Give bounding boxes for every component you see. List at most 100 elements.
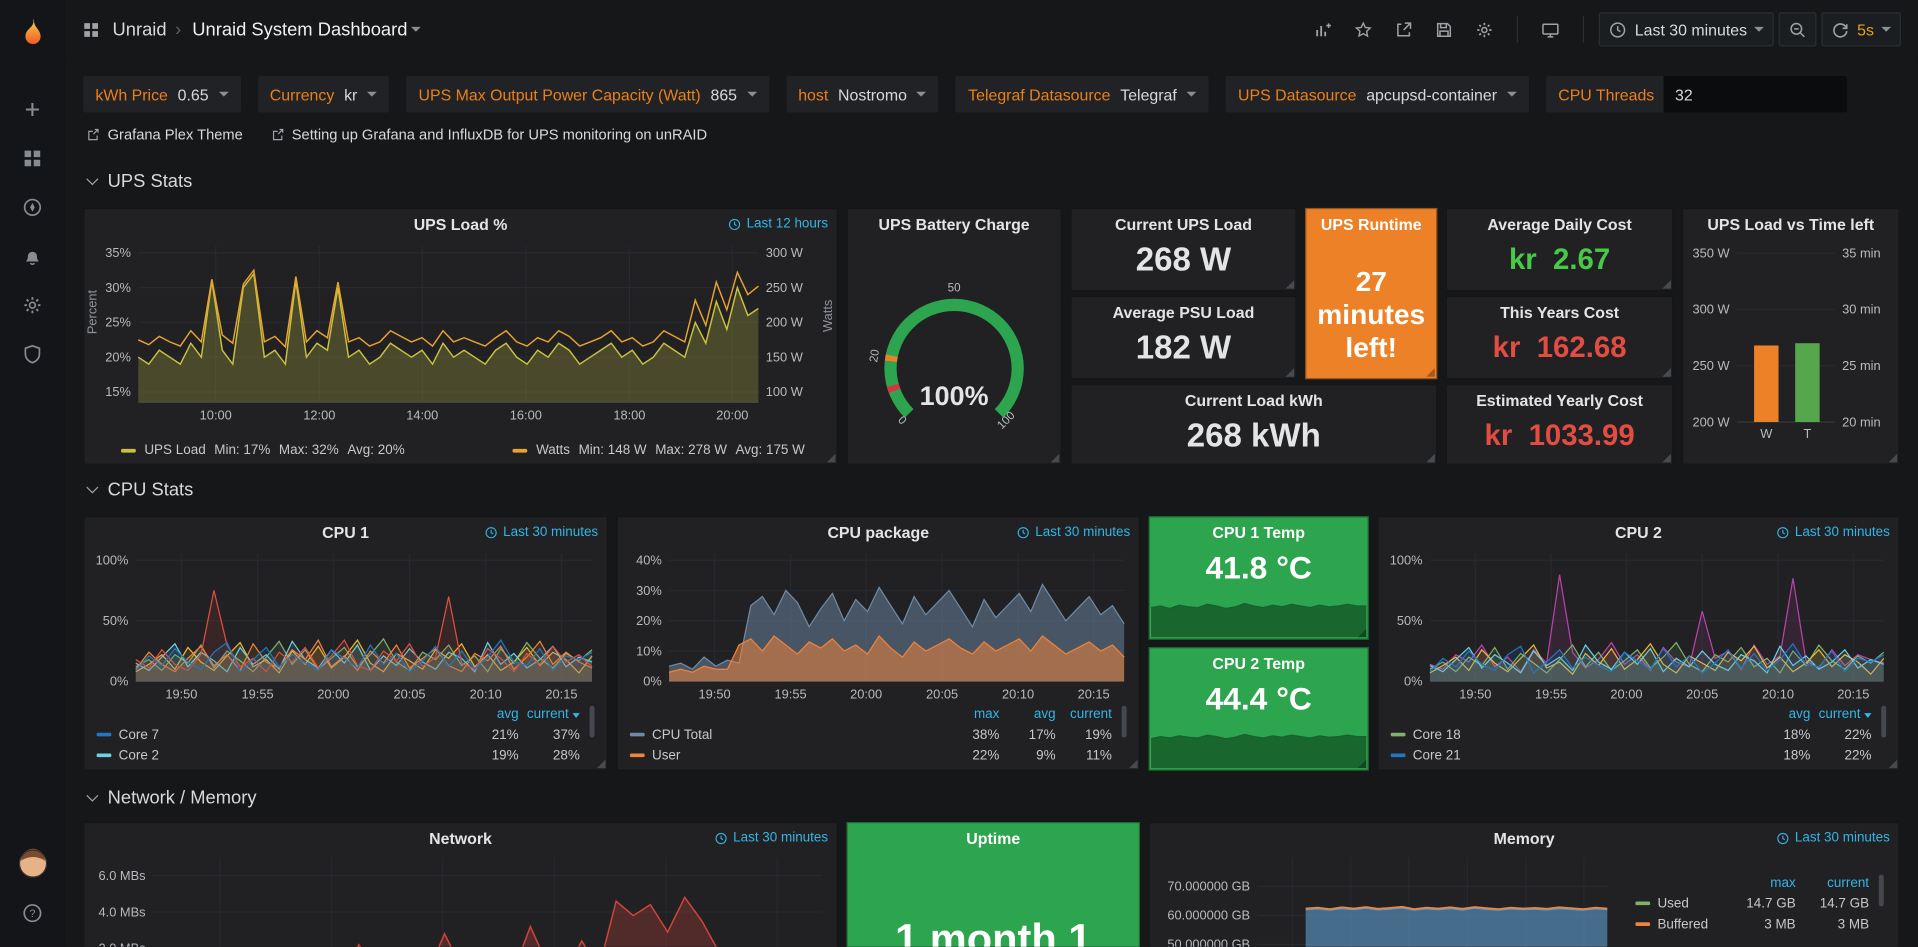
series-name[interactable]: Core 7 (119, 727, 159, 742)
legend-sort-avg[interactable]: avg (999, 706, 1055, 721)
series-name[interactable]: Core 18 (1413, 727, 1461, 742)
cpu2-chart[interactable]: 19:5019:5520:0020:0520:1020:150%50%100% (1383, 547, 1893, 704)
legend-sort-max[interactable]: max (1722, 875, 1795, 890)
panel-title[interactable]: CPU 2 Temp (1150, 654, 1368, 672)
refresh-button[interactable]: 5s (1822, 12, 1901, 46)
legend-sort-avg[interactable]: avg (457, 706, 518, 721)
svg-text:0%: 0% (110, 674, 129, 689)
dashboard-link-grafana-plex-theme[interactable]: Grafana Plex Theme (86, 126, 243, 143)
share-dashboard-button[interactable] (1386, 12, 1421, 46)
add-panel-button[interactable] (1306, 12, 1341, 46)
panel-title[interactable]: Current Load kWh (1072, 391, 1437, 409)
navbar: Unraid › Unraid System Dashboard Last 30… (65, 0, 1918, 59)
variable-ups-max-output[interactable]: UPS Max Output Power Capacity (Watt) 865 (406, 76, 769, 113)
grafana-logo[interactable] (10, 13, 54, 55)
panel-title[interactable]: UPS Battery Charge (848, 215, 1061, 233)
panel-resize-handle[interactable] (1358, 629, 1367, 638)
panel-title[interactable]: Current UPS Load (1072, 215, 1296, 233)
panel-resize-handle[interactable] (1129, 760, 1138, 769)
panel-title[interactable]: Average Daily Cost (1447, 215, 1672, 233)
legend-scrollbar[interactable] (1881, 706, 1886, 738)
memory-chart[interactable]: 50.000000 GB60.000000 GB70.000000 GB (1155, 853, 1617, 947)
series-name[interactable]: Used (1657, 896, 1688, 911)
dashboard-settings-button[interactable] (1467, 12, 1502, 46)
panel-title[interactable]: Estimated Yearly Cost (1447, 391, 1672, 409)
legend-row: User22%9%11% (630, 745, 1129, 766)
series-name[interactable]: CPU Total (652, 727, 712, 742)
legend-scrollbar[interactable] (1122, 706, 1127, 738)
variable-ups-datasource[interactable]: UPS Datasource apcupsd-container (1226, 76, 1529, 113)
zoom-out-button[interactable] (1779, 12, 1817, 46)
panel-resize-handle[interactable] (1662, 280, 1671, 289)
dashboard-links: Grafana Plex Theme Setting up Grafana an… (86, 126, 707, 143)
variable-kwh-price[interactable]: kWh Price 0.65 (83, 76, 240, 113)
dashboard-title[interactable]: Unraid System Dashboard (192, 19, 407, 40)
panel-resize-handle[interactable] (597, 760, 606, 769)
legend-sort-current[interactable]: current (1796, 875, 1869, 890)
legend-scrollbar[interactable] (1879, 875, 1884, 907)
legend-sort-current[interactable]: current (1056, 706, 1112, 721)
network-chart[interactable]: 2.0 MBs4.0 MBs6.0 MBs (89, 853, 831, 947)
breadcrumb-folder[interactable]: Unraid (113, 19, 167, 40)
variable-currency[interactable]: Currency kr (258, 76, 390, 113)
cpu-threads-input[interactable] (1664, 76, 1847, 113)
variable-host[interactable]: host Nostromo (786, 76, 939, 113)
ups-load-chart[interactable]: 10:0012:0014:0016:0018:0020:0015%100 W20… (99, 239, 822, 425)
time-range-picker[interactable]: Last 30 minutes (1599, 12, 1774, 46)
dashboards-button[interactable] (10, 137, 54, 179)
panel-title[interactable]: This Years Cost (1447, 303, 1672, 321)
panel-resize-handle[interactable] (1286, 280, 1295, 289)
help-button[interactable] (10, 892, 54, 934)
create-button[interactable] (10, 88, 54, 130)
series-name[interactable]: User (652, 748, 680, 763)
panel-title[interactable]: CPU 1 Temp (1150, 524, 1368, 542)
legend-sort-avg[interactable]: avg (1749, 706, 1810, 721)
alerting-button[interactable] (10, 235, 54, 277)
panel-resize-handle[interactable] (1286, 368, 1295, 377)
graph-legend: avgcurrent Core 1818%22% Core 2118%22% (1391, 703, 1889, 765)
panel-resize-handle[interactable] (1889, 454, 1898, 463)
ups-load-vs-time-chart[interactable]: 200 W20 min250 W25 min300 W30 min350 W35… (1688, 246, 1893, 442)
ups-battery-gauge[interactable]: 02050100 (857, 283, 1050, 442)
panel-resize-handle[interactable] (1426, 368, 1435, 377)
panel-resize-handle[interactable] (1051, 454, 1060, 463)
panel-title[interactable]: Average PSU Load (1072, 303, 1296, 321)
cycle-view-button[interactable] (1533, 12, 1568, 46)
legend-sort-current[interactable]: current (519, 706, 580, 721)
panel-resize-handle[interactable] (827, 454, 836, 463)
panel-resize-handle[interactable] (1662, 454, 1671, 463)
panel-resize-handle[interactable] (1358, 760, 1367, 769)
save-dashboard-button[interactable] (1427, 12, 1462, 46)
series-swatch (1391, 733, 1406, 737)
cpu-package-chart[interactable]: 19:5019:5520:0020:0520:1020:150%10%20%30… (623, 547, 1134, 704)
panel-resize-handle[interactable] (1426, 454, 1435, 463)
variable-telegraf-datasource[interactable]: Telegraf Datasource Telegraf (956, 76, 1209, 113)
section-network-memory[interactable]: Network / Memory (88, 788, 256, 809)
series-name[interactable]: UPS Load (144, 443, 205, 458)
panel-title[interactable]: Uptime (848, 829, 1139, 847)
panel-resize-handle[interactable] (1662, 368, 1671, 377)
star-dashboard-button[interactable] (1346, 12, 1381, 46)
series-name[interactable]: Core 21 (1413, 748, 1461, 763)
panel-resize-handle[interactable] (1889, 760, 1898, 769)
panel-title[interactable]: UPS Runtime (1306, 215, 1436, 233)
panel-title[interactable]: UPS Load vs Time left (1683, 215, 1898, 233)
configuration-button[interactable] (10, 284, 54, 326)
dashboard-title-caret-icon[interactable] (411, 27, 421, 32)
series-name[interactable]: Watts (536, 443, 570, 458)
explore-button[interactable] (10, 186, 54, 228)
series-name[interactable]: Buffered (1657, 917, 1708, 932)
section-cpu-stats[interactable]: CPU Stats (88, 479, 193, 500)
legend-scrollbar[interactable] (590, 706, 595, 738)
panel-title[interactable]: UPS Load % (84, 215, 836, 233)
server-admin-button[interactable] (10, 333, 54, 375)
section-ups-stats[interactable]: UPS Stats (88, 171, 192, 192)
refresh-interval-label[interactable]: 5s (1857, 20, 1874, 38)
series-name[interactable]: Core 2 (119, 748, 159, 763)
user-avatar[interactable] (10, 843, 54, 885)
legend-sort-max[interactable]: max (943, 706, 999, 721)
dashboard-link-ups-monitoring-guide[interactable]: Setting up Grafana and InfluxDB for UPS … (270, 126, 707, 143)
panel-time-override-badge: Last 30 minutes (1777, 831, 1890, 846)
legend-sort-current[interactable]: current (1810, 706, 1871, 721)
cpu1-chart[interactable]: 19:5019:5520:0020:0520:1020:150%50%100% (89, 547, 602, 704)
